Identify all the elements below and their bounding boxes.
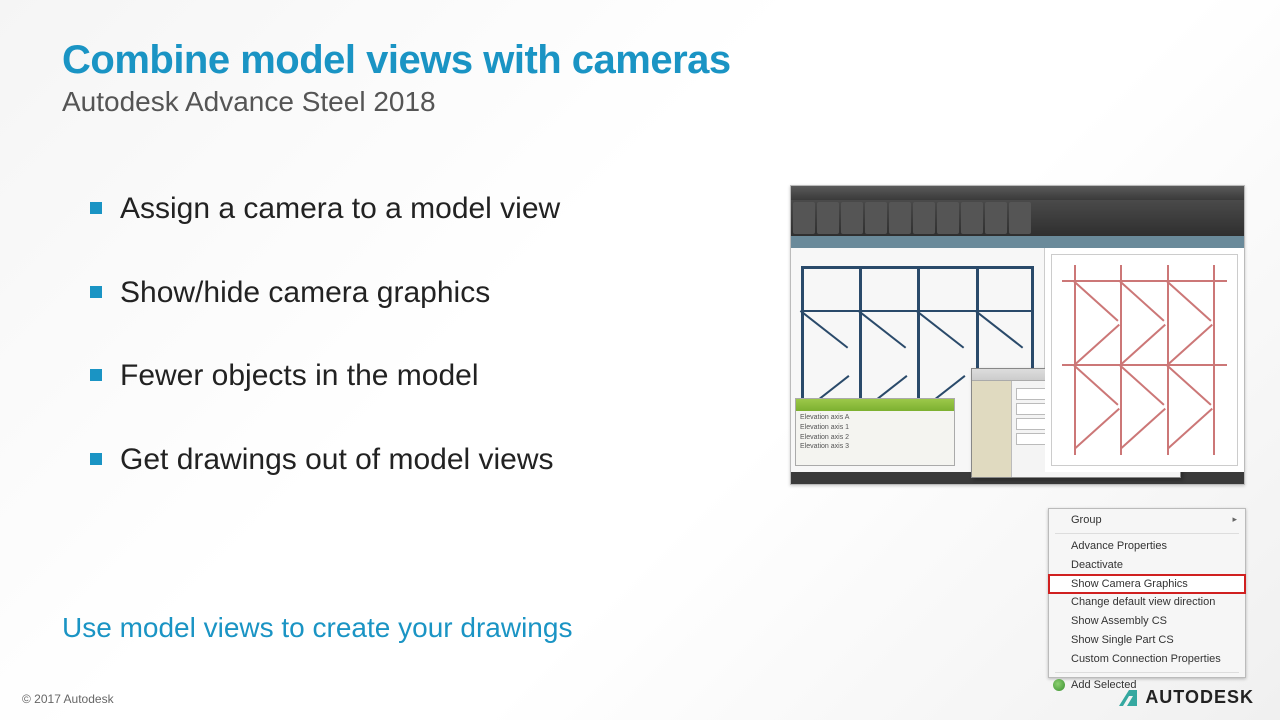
- slide-subtitle: Autodesk Advance Steel 2018: [62, 86, 436, 118]
- menu-item[interactable]: Change default view direction: [1049, 593, 1245, 612]
- bullet-text: Get drawings out of model views: [120, 441, 554, 479]
- menu-item[interactable]: Advance Properties: [1049, 537, 1245, 556]
- app-body: Elevation axis A Elevation axis 1 Elevat…: [791, 248, 1244, 472]
- menu-item[interactable]: Custom Connection Properties: [1049, 650, 1245, 669]
- bullet-text: Show/hide camera graphics: [120, 274, 490, 312]
- model-views-panel: Elevation axis A Elevation axis 1 Elevat…: [795, 398, 955, 466]
- bullet-text: Fewer objects in the model: [120, 357, 479, 395]
- app-titlebar: [791, 186, 1244, 200]
- slide: Combine model views with cameras Autodes…: [0, 0, 1280, 720]
- menu-item[interactable]: Add Selected: [1049, 676, 1245, 695]
- panel-list-item: Elevation axis 2: [800, 433, 950, 443]
- bullet-item: Assign a camera to a model view: [90, 190, 750, 228]
- bullet-marker-icon: [90, 286, 102, 298]
- dialog-sidebar: [972, 381, 1012, 477]
- panel-list-item: Elevation axis A: [800, 413, 950, 423]
- menu-item[interactable]: Show Single Part CS: [1049, 631, 1245, 650]
- menu-item[interactable]: Group: [1049, 511, 1245, 530]
- bullet-text: Assign a camera to a model view: [120, 190, 560, 228]
- panel-list-item: Elevation axis 3: [800, 442, 950, 452]
- menu-item[interactable]: Deactivate: [1049, 556, 1245, 575]
- ribbon-button: [1009, 202, 1031, 234]
- bullet-item: Show/hide camera graphics: [90, 274, 750, 312]
- app-screenshot: Elevation axis A Elevation axis 1 Elevat…: [790, 185, 1245, 485]
- copyright-text: © 2017 Autodesk: [22, 692, 114, 706]
- bullet-marker-icon: [90, 453, 102, 465]
- bullet-marker-icon: [90, 202, 102, 214]
- menu-item[interactable]: Show Camera Graphics: [1049, 575, 1245, 594]
- menu-separator: [1055, 672, 1239, 673]
- footer-callout: Use model views to create your drawings: [62, 612, 572, 644]
- drawing-frame: [1051, 254, 1238, 466]
- bullet-item: Fewer objects in the model: [90, 357, 750, 395]
- panel-list-item: Elevation axis 1: [800, 423, 950, 433]
- panel-header: [796, 399, 954, 411]
- context-menu-screenshot: Group Advance PropertiesDeactivateShow Ca…: [1048, 508, 1246, 678]
- app-tabbar: [791, 236, 1244, 248]
- bullet-list: Assign a camera to a model view Show/hid…: [90, 190, 750, 524]
- drawing-viewport: [1045, 248, 1244, 472]
- menu-separator: [1055, 533, 1239, 534]
- ribbon-button: [865, 202, 887, 234]
- context-menu: Group Advance PropertiesDeactivateShow Ca…: [1049, 511, 1245, 695]
- ribbon-button: [889, 202, 911, 234]
- ribbon-button: [961, 202, 983, 234]
- model-viewport: Elevation axis A Elevation axis 1 Elevat…: [791, 248, 1045, 472]
- ribbon-button: [817, 202, 839, 234]
- ribbon-button: [937, 202, 959, 234]
- menu-item[interactable]: Show Assembly CS: [1049, 612, 1245, 631]
- ribbon-button: [985, 202, 1007, 234]
- app-ribbon: [791, 200, 1244, 236]
- ribbon-button: [913, 202, 935, 234]
- slide-title: Combine model views with cameras: [62, 38, 731, 83]
- ribbon-button: [793, 202, 815, 234]
- ribbon-button: [841, 202, 863, 234]
- bullet-marker-icon: [90, 369, 102, 381]
- panel-list: Elevation axis A Elevation axis 1 Elevat…: [796, 411, 954, 454]
- bullet-item: Get drawings out of model views: [90, 441, 750, 479]
